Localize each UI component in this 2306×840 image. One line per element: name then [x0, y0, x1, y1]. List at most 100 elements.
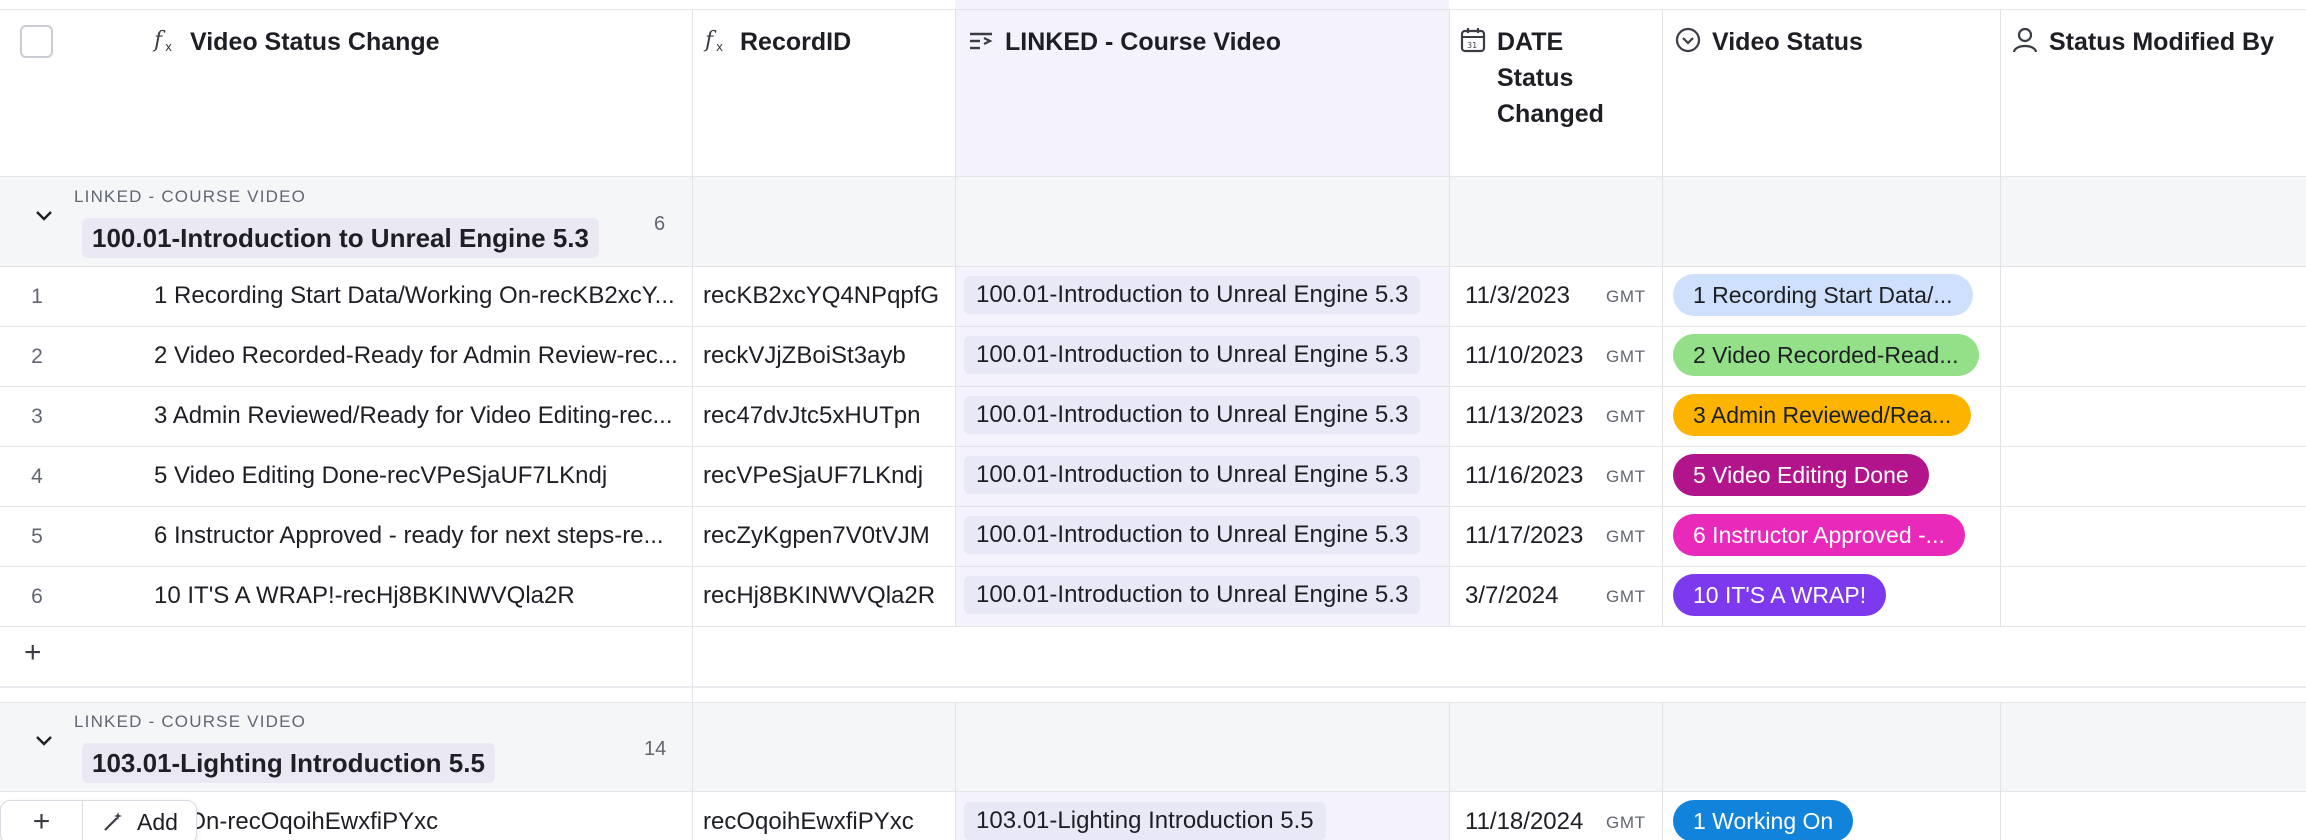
video-status-change-cell[interactable]: 6 Instructor Approved - ready for next s… [154, 522, 682, 550]
video-status-change-cell[interactable]: 10 IT'S A WRAP!-recHj8BKINWVQla2R [154, 582, 682, 610]
svg-text:x: x [716, 40, 723, 54]
magic-wand-icon [104, 812, 122, 831]
add-record-button[interactable]: + [24, 636, 42, 670]
video-status-pill[interactable]: 1 Working On [1673, 800, 1854, 840]
video-status-pill[interactable]: 10 IT'S A WRAP! [1673, 574, 1887, 616]
divider [0, 176, 2306, 177]
row-number: 6 [31, 585, 43, 608]
video-status-change-cell[interactable]: 3 Admin Reviewed/Ready for Video Editing… [154, 402, 682, 430]
column-divider [955, 9, 956, 626]
video-status-change-cell[interactable]: ng On-recOqoihEwxfiPYxc [154, 808, 684, 836]
date-cell[interactable]: 11/17/2023 [1465, 522, 1583, 550]
column-label: Video Status [1712, 28, 1863, 56]
group-count: 6 [654, 213, 666, 235]
date-cell[interactable]: 11/13/2023 [1465, 402, 1583, 430]
column-label-line: DATE [1497, 28, 1564, 56]
video-status-pill[interactable]: 6 Instructor Approved -... [1673, 514, 1965, 556]
row-divider [0, 446, 2306, 447]
row-number: 2 [31, 345, 43, 368]
column-divider [2000, 702, 2001, 840]
group-name: 100.01-Introduction to Unreal Engine 5.3 [82, 218, 599, 258]
column-label: LINKED - Course Video [1005, 28, 1281, 56]
bottom-toolbar: + Add [0, 800, 197, 840]
linked-course-video-chip[interactable]: 100.01-Introduction to Unreal Engine 5.3 [964, 276, 1421, 314]
timezone-label: GMT [1606, 527, 1646, 546]
record-id-cell[interactable]: recVPeSjaUF7LKndj [703, 462, 948, 490]
record-id-cell[interactable]: reckVJjZBoiSt3ayb [703, 342, 948, 370]
date-cell[interactable]: 11/18/2024 [1465, 808, 1583, 836]
record-id-cell[interactable]: rec47dvJtc5xHUTpn [703, 402, 948, 430]
linked-course-video-chip[interactable]: 103.01-Lighting Introduction 5.5 [964, 802, 1326, 840]
column-label: Status Modified By [2049, 28, 2275, 56]
column-divider [2000, 9, 2001, 626]
record-id-cell[interactable]: recOqoihEwxfiPYxc [703, 808, 943, 836]
timezone-label: GMT [1606, 347, 1646, 366]
row-divider [0, 386, 2306, 387]
column-divider [1449, 9, 1450, 626]
column-divider [955, 702, 956, 840]
row-divider [0, 506, 2306, 507]
video-status-change-cell[interactable]: 2 Video Recorded-Ready for Admin Review-… [154, 342, 682, 370]
linked-course-video-chip[interactable]: 100.01-Introduction to Unreal Engine 5.3 [964, 396, 1421, 434]
svg-text:x: x [165, 40, 172, 54]
video-status-pill[interactable]: 3 Admin Reviewed/Rea... [1673, 394, 1972, 436]
date-cell[interactable]: 11/3/2023 [1465, 282, 1570, 310]
add-record-plus-button[interactable]: + [1, 801, 83, 840]
divider [0, 9, 2306, 10]
group-name: 103.01-Lighting Introduction 5.5 [82, 743, 495, 783]
svg-text:31: 31 [1467, 41, 1477, 50]
select-all-checkbox[interactable] [20, 25, 53, 58]
divider [0, 702, 2306, 703]
date-cell[interactable]: 11/10/2023 [1465, 342, 1583, 370]
linked-course-video-chip[interactable]: 100.01-Introduction to Unreal Engine 5.3 [964, 516, 1421, 554]
video-status-pill[interactable]: 1 Recording Start Data/... [1673, 274, 1973, 316]
row-number: 5 [31, 525, 43, 548]
timezone-label: GMT [1606, 407, 1646, 426]
divider [0, 266, 2306, 267]
add-button-label: Add [137, 808, 178, 835]
chevron-down-icon[interactable] [32, 728, 56, 758]
timezone-label: GMT [1606, 287, 1646, 306]
svg-text:f: f [152, 28, 166, 53]
row-divider [0, 566, 2306, 567]
row-divider [0, 326, 2306, 327]
chevron-down-icon[interactable] [32, 203, 56, 233]
divider [0, 791, 2306, 792]
column-divider [1662, 702, 1663, 840]
header-row: f x Video Status Change f x RecordID LIN… [0, 0, 2306, 177]
group-field-label: LINKED - COURSE VIDEO [74, 187, 307, 206]
group-field-label: LINKED - COURSE VIDEO [74, 712, 307, 731]
column-divider [692, 9, 693, 840]
video-status-pill[interactable]: 2 Video Recorded-Read... [1673, 334, 1979, 376]
linked-course-video-chip[interactable]: 100.01-Introduction to Unreal Engine 5.3 [964, 336, 1421, 374]
add-button[interactable]: Add [83, 809, 196, 836]
video-status-pill[interactable]: 5 Video Editing Done [1673, 454, 1929, 496]
row-number: 4 [31, 465, 43, 488]
svg-text:f: f [703, 28, 717, 53]
linked-course-video-chip[interactable]: 100.01-Introduction to Unreal Engine 5.3 [964, 576, 1421, 614]
record-id-cell[interactable]: recHj8BKINWVQla2R [703, 582, 948, 610]
column-label: RecordID [740, 28, 852, 56]
column-divider [1449, 702, 1450, 840]
date-cell[interactable]: 11/16/2023 [1465, 462, 1583, 490]
formula-icon: f x [152, 28, 172, 54]
video-status-change-cell[interactable]: 5 Video Editing Done-recVPeSjaUF7LKndj [154, 462, 682, 490]
formula-icon: f x [703, 28, 723, 54]
row-number: 1 [31, 285, 43, 308]
group-count: 14 [644, 738, 667, 760]
calendar-icon: 31 [1460, 28, 1486, 53]
divider [0, 686, 2306, 688]
record-id-cell[interactable]: recKB2xcYQ4NPqpfG [703, 282, 948, 310]
linked-course-video-chip[interactable]: 100.01-Introduction to Unreal Engine 5.3 [964, 456, 1421, 494]
video-status-change-cell[interactable]: 1 Recording Start Data/Working On-recKB2… [154, 282, 682, 310]
timezone-label: GMT [1606, 587, 1646, 606]
record-id-cell[interactable]: recZyKgpen7V0tVJM [703, 522, 948, 550]
row-number: 3 [31, 405, 43, 428]
timezone-label: GMT [1606, 813, 1646, 832]
user-icon [2012, 27, 2038, 53]
column-label: Video Status Change [190, 28, 440, 56]
column-label-line: Changed [1497, 100, 1604, 128]
column-label: DATE Status Changed [1497, 24, 1604, 132]
date-cell[interactable]: 3/7/2024 [1465, 582, 1558, 610]
single-select-icon [1675, 27, 1701, 53]
